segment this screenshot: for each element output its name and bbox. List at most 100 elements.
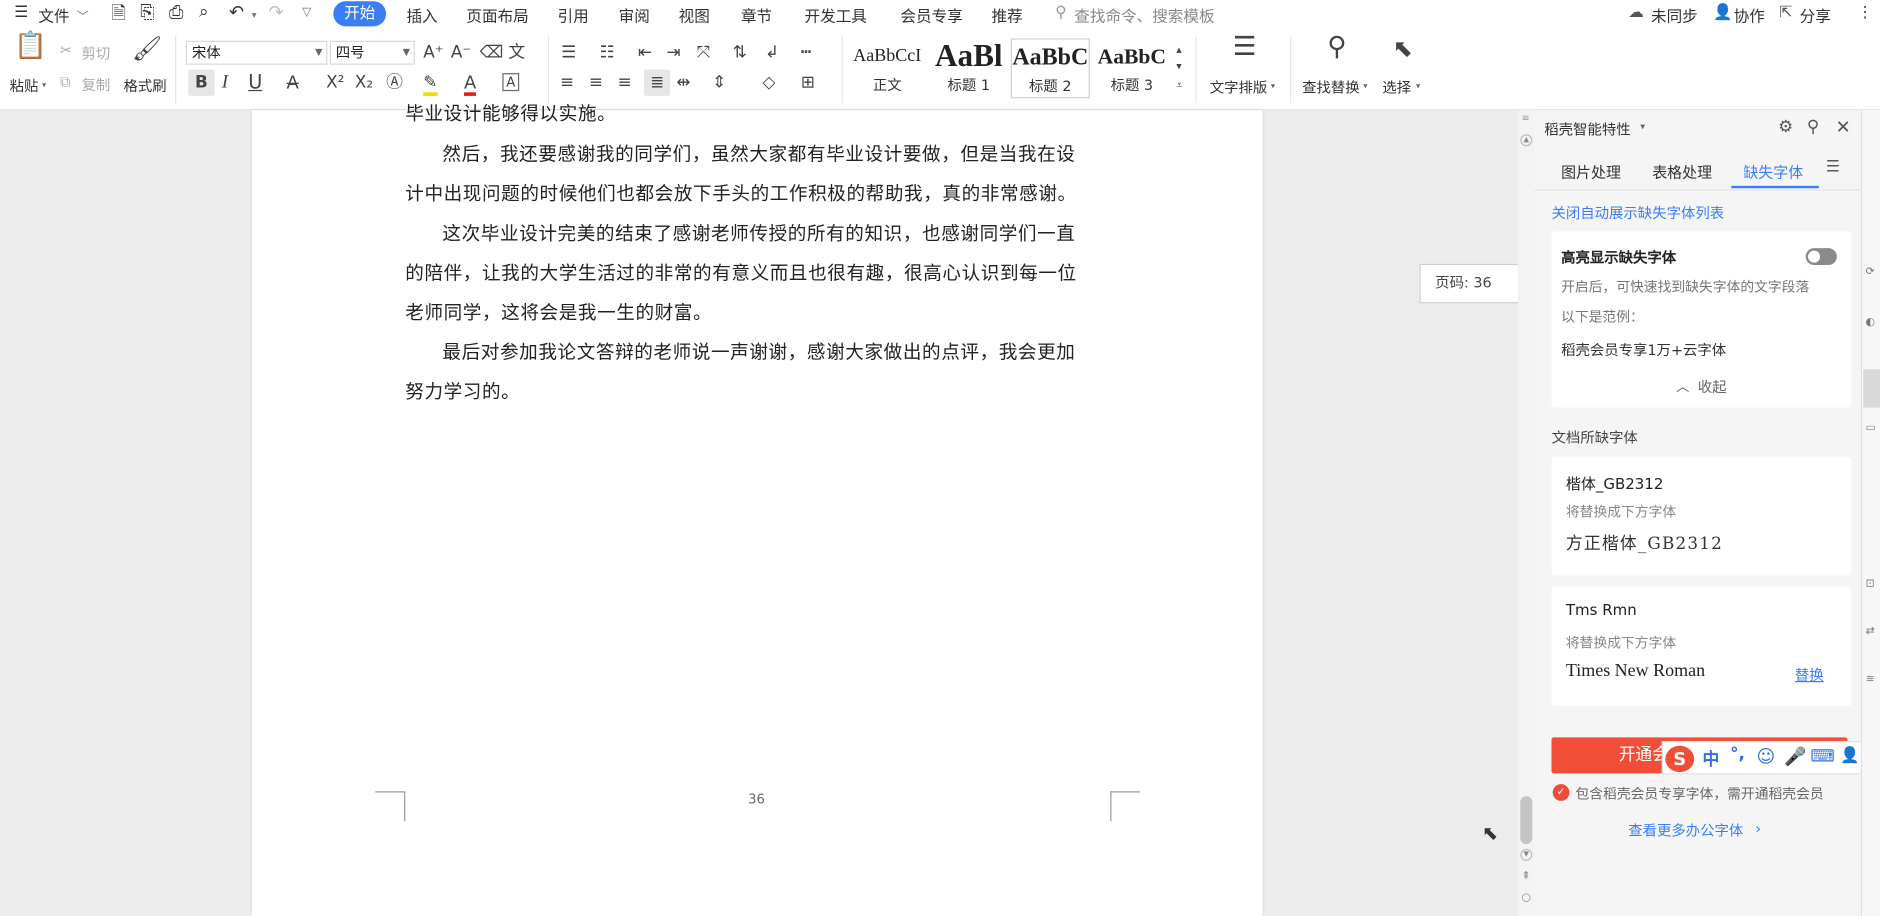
share-button[interactable]: 分享 [1800, 4, 1831, 27]
collapse-button[interactable]: 收起 [1698, 376, 1727, 396]
phonetic-guide-icon[interactable]: 文 [508, 43, 525, 62]
tab-recommend[interactable]: 推荐 [992, 4, 1023, 27]
ruler-icon[interactable]: ┅ [801, 43, 811, 62]
undo-dropdown-icon[interactable]: ▾ [252, 10, 257, 21]
subscript-icon[interactable]: X₂ [355, 73, 373, 92]
superscript-icon[interactable]: X² [326, 73, 344, 92]
sidebar-icon[interactable]: ⇄ [1866, 626, 1875, 638]
chevron-up-icon[interactable]: ︿ [1676, 376, 1689, 395]
styles-more-icon[interactable]: ⩡ [1176, 77, 1182, 96]
chevron-down-icon[interactable]: ▾ [1416, 82, 1420, 92]
select-browse-object-icon[interactable]: ○ [1522, 892, 1531, 904]
line-spacing-icon[interactable]: ⇕ [712, 73, 726, 92]
shading-icon[interactable]: ◇ [763, 73, 776, 92]
chevron-down-icon[interactable]: ▾ [1271, 82, 1275, 92]
scroll-down-icon[interactable]: ▼ [1520, 848, 1533, 861]
cursor-select-icon[interactable]: ⬉ [1388, 36, 1417, 60]
strikethrough-icon[interactable]: A [287, 73, 299, 92]
tab-developer[interactable]: 开发工具 [805, 4, 867, 27]
align-right-icon[interactable]: ≡ [617, 73, 631, 92]
sidebar-icon[interactable]: ⊡ [1866, 578, 1875, 590]
gear-icon[interactable]: ⚙ [1778, 117, 1793, 136]
ime-language-toggle[interactable]: 中 [1703, 747, 1720, 771]
document-page[interactable]: 毕业设计能够得以实施。 然后，我还要感谢我的同学们，虽然大家都有毕业设计要做，但… [251, 103, 1263, 916]
text-line[interactable]: 毕业设计能够得以实施。 [405, 95, 1110, 135]
text-layout-button[interactable]: 文字排版 [1210, 77, 1268, 97]
text-layout-icon[interactable]: ☰ [1229, 34, 1260, 60]
bullet-list-icon[interactable]: ☰ [561, 43, 576, 62]
scroll-up-icon[interactable]: ▲ [1520, 134, 1533, 147]
tab-chapter[interactable]: 章节 [741, 4, 772, 27]
format-painter-button[interactable]: 格式刷 [123, 76, 166, 96]
close-icon[interactable]: ✕ [1836, 116, 1851, 138]
export-pdf-icon[interactable]: ⎘ [140, 1, 154, 23]
align-left-icon[interactable]: ≡ [560, 73, 574, 92]
find-replace-button[interactable]: 查找替换 [1302, 77, 1360, 97]
paste-icon[interactable]: 📋 [14, 33, 47, 71]
user-icon[interactable]: 👤 [1840, 747, 1859, 765]
menu-file[interactable]: 文件 [38, 4, 69, 27]
search-icon[interactable]: ⚲ [1055, 4, 1066, 22]
bold-icon[interactable]: B [188, 69, 215, 96]
style-heading-3[interactable]: AaBbC 标题 3 [1092, 38, 1171, 98]
scroll-thumb[interactable] [1520, 796, 1533, 845]
copy-icon[interactable]: ⧉ [60, 73, 70, 91]
style-heading-2[interactable]: AaBbC 标题 2 [1010, 38, 1090, 99]
tab-member[interactable]: 会员专享 [900, 4, 962, 27]
panel-title[interactable]: 稻壳智能特性 [1544, 119, 1630, 139]
tab-review[interactable]: 审阅 [619, 4, 650, 27]
distributed-align-icon[interactable]: ⇹ [676, 73, 690, 92]
document-canvas[interactable]: 毕业设计能够得以实施。 然后，我还要感谢我的同学们，虽然大家都有毕业设计要做，但… [0, 103, 1529, 916]
print-preview-icon[interactable]: ⌕ [199, 2, 208, 21]
style-heading-1[interactable]: AaBl 标题 1 [929, 38, 1008, 98]
prev-page-icon[interactable]: ⇞ [1522, 870, 1531, 882]
increase-indent-icon[interactable]: ⇥ [667, 43, 681, 62]
microphone-icon[interactable]: 🎤 [1784, 746, 1806, 768]
font-color-icon[interactable]: A [464, 73, 477, 96]
vertical-scrollbar[interactable]: ≡ ▲ ▼ ⇞ ○ [1517, 110, 1535, 916]
sidebar-icon[interactable]: ◐ [1866, 317, 1875, 329]
cut-icon[interactable]: ✂ [60, 42, 72, 59]
sort-icon[interactable]: ⇅ [733, 43, 747, 62]
sync-status[interactable]: 未同步 [1651, 4, 1698, 27]
tab-image-processing[interactable]: 图片处理 [1561, 159, 1621, 182]
tab-home[interactable]: 开始 [333, 1, 387, 27]
tab-references[interactable]: 引用 [558, 4, 589, 27]
tab-view[interactable]: 视图 [679, 4, 710, 27]
format-painter-icon[interactable]: 🖌 [132, 36, 162, 69]
more-fonts-link[interactable]: 查看更多办公字体 [1628, 820, 1743, 840]
cut-button[interactable]: 剪切 [82, 43, 111, 63]
sidebar-active-item[interactable] [1863, 369, 1880, 408]
more-options-icon[interactable]: ⋮ [1857, 4, 1873, 22]
decrease-indent-icon[interactable]: ⇤ [638, 43, 652, 62]
sidebar-icon[interactable]: ≋ [1866, 674, 1875, 686]
ime-toolbar[interactable]: S 中 °, ☺ 🎤 ⌨ 👤 👕 [1661, 740, 1880, 775]
justify-icon[interactable]: ≣ [643, 69, 671, 96]
print-icon[interactable]: ⎙ [169, 1, 183, 23]
highlight-icon[interactable]: ✎ [423, 73, 438, 96]
pin-icon[interactable]: ⚲ [1807, 117, 1819, 136]
grow-font-icon[interactable]: A⁺ [423, 43, 443, 62]
chevron-down-icon[interactable]: ▾ [1363, 82, 1367, 92]
undo-icon[interactable]: ↶ [229, 1, 244, 23]
clear-format-icon[interactable]: ⌫ [480, 43, 504, 62]
style-normal[interactable]: AaBbCcI 正文 [848, 38, 927, 98]
font-size-select[interactable]: 四号 ▼ [329, 40, 415, 65]
underline-icon[interactable]: U [248, 73, 262, 92]
collab-icon[interactable]: 👤 [1713, 4, 1732, 22]
select-button[interactable]: 选择 [1382, 77, 1411, 97]
italic-icon[interactable]: I [222, 73, 228, 92]
emoji-icon[interactable]: ☺ [1757, 746, 1776, 768]
ime-logo-icon[interactable]: S [1665, 745, 1695, 773]
tab-missing-fonts[interactable]: 缺失字体 [1743, 159, 1803, 182]
paste-button[interactable]: 粘贴 [10, 76, 39, 96]
shrink-font-icon[interactable]: A⁻ [451, 43, 471, 62]
chevron-right-icon[interactable]: › [1755, 820, 1761, 837]
align-center-icon[interactable]: ≡ [589, 73, 603, 92]
share-icon[interactable]: ⇱ [1779, 4, 1792, 22]
tab-table-processing[interactable]: 表格处理 [1652, 159, 1712, 182]
redo-icon[interactable]: ↷ [269, 1, 284, 23]
font-name-select[interactable]: 宋体 ▼ [185, 40, 328, 65]
tab-insert[interactable]: 插入 [406, 4, 437, 27]
chevron-down-icon[interactable]: ▾ [1640, 121, 1645, 132]
